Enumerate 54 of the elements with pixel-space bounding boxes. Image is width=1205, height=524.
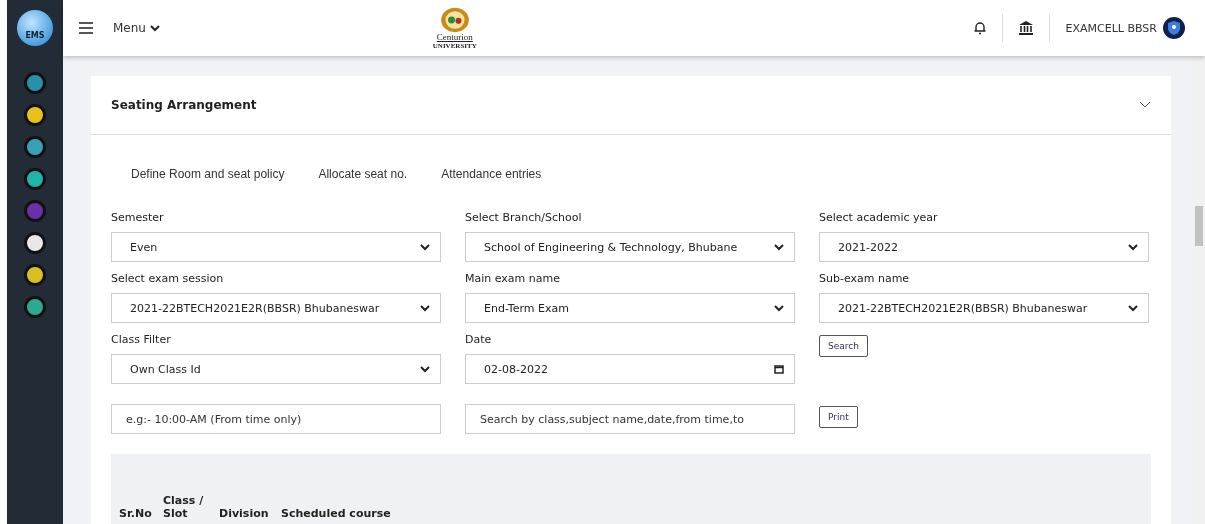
chevron-icon (420, 304, 430, 312)
column-header: Sr.No (119, 507, 153, 520)
column-header: Class / Slot (163, 494, 205, 520)
input-field[interactable]: Search by class,subject name,date,from time,to (465, 404, 795, 434)
nav-link[interactable]: Allocate seat no. (318, 167, 408, 181)
user-name[interactable]: EXAMCELL BBSR (1065, 21, 1157, 35)
input-field[interactable]: e.g:- 10:00-AM (From time only) (111, 404, 441, 434)
menu-dropdown[interactable]: Menu (107, 20, 166, 36)
scrollbar[interactable] (1193, 56, 1205, 524)
logo-name: Centurion (436, 32, 473, 42)
chevron-icon (774, 304, 784, 312)
chevron-icon (1128, 304, 1138, 312)
ems-logo[interactable]: EMS (17, 10, 53, 46)
user-avatar[interactable] (1163, 17, 1185, 39)
calendar-icon[interactable] (774, 364, 784, 374)
module-icon[interactable] (24, 296, 46, 318)
menu-icon[interactable] (79, 22, 93, 34)
select-field[interactable]: 2021-22BTECH2021E2R(BBSR) Bhubaneswar (819, 293, 1149, 323)
chevron-icon[interactable] (1139, 101, 1151, 109)
field-label: Select academic year (819, 211, 938, 224)
bank-icon[interactable] (1018, 21, 1033, 35)
select-field[interactable]: End-Term Exam (465, 293, 795, 323)
module-icon[interactable] (24, 264, 46, 286)
panel-title: Seating Arrangement (111, 98, 257, 112)
module-icon[interactable] (24, 136, 46, 158)
chevron-icon (420, 243, 430, 251)
module-icon[interactable] (24, 104, 46, 126)
action-button[interactable]: Print (819, 406, 858, 428)
select-field[interactable]: Own Class Id (111, 354, 441, 384)
chevron-icon (1128, 243, 1138, 251)
select-field[interactable]: School of Engineering & Technology, Bhubane (465, 232, 795, 262)
field-label: Class Filter (111, 333, 171, 346)
nav-link[interactable]: Attendance entries (441, 167, 542, 181)
nav-link[interactable]: Define Room and seat policy (131, 167, 285, 181)
chevron-icon (774, 243, 784, 251)
caret-icon (149, 24, 160, 32)
bell-icon[interactable] (973, 21, 986, 35)
action-button[interactable]: Search (819, 335, 868, 357)
field-label: Select exam session (111, 272, 224, 285)
field-label: Sub-exam name (819, 272, 910, 285)
field-label: Main exam name (465, 272, 560, 285)
select-field[interactable]: 2021-2022 (819, 232, 1149, 262)
field-label: Date (465, 333, 492, 346)
select-field[interactable]: Even (111, 232, 441, 262)
column-header: Scheduled course (281, 507, 392, 520)
select-field[interactable]: 2021-22BTECH2021E2R(BBSR) Bhubaneswar (111, 293, 441, 323)
chevron-icon (420, 365, 430, 373)
module-icon[interactable] (24, 232, 46, 254)
seal-icon (439, 6, 470, 33)
date-field[interactable]: 02-08-2022 (465, 354, 795, 384)
field-label: Semester (111, 211, 164, 224)
field-label: Select Branch/School (465, 211, 582, 224)
module-icon[interactable] (24, 168, 46, 190)
column-header: Division (219, 507, 270, 520)
